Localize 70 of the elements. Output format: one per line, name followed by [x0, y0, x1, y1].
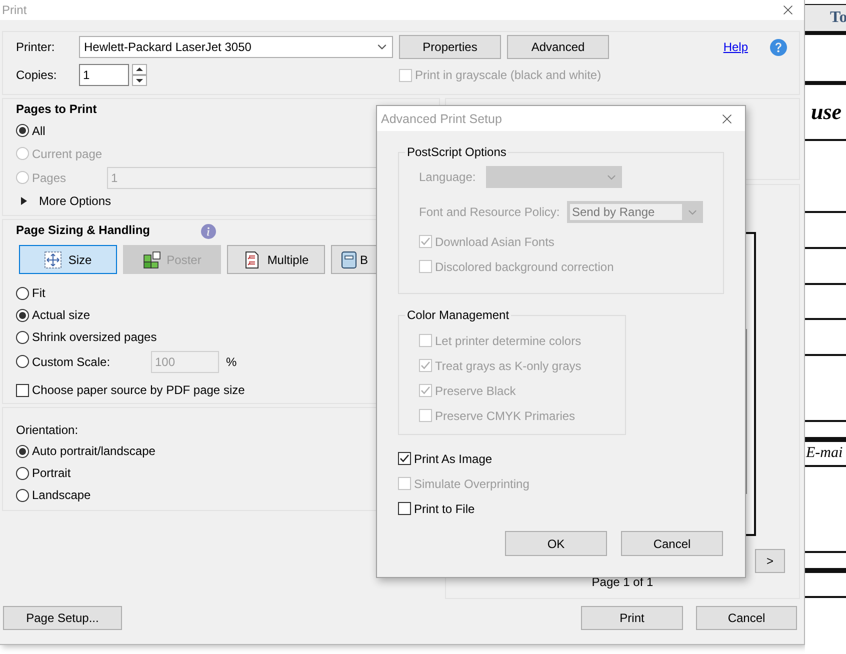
- policy-label: Font and Resource Policy:: [419, 205, 561, 219]
- radio-button[interactable]: [16, 124, 29, 137]
- next-page-button[interactable]: >: [755, 549, 785, 573]
- checkbox[interactable]: [398, 452, 411, 465]
- radio-button[interactable]: [16, 330, 29, 344]
- radio-button[interactable]: [16, 355, 29, 368]
- group-title: PostScript Options: [406, 145, 508, 159]
- checkbox-label: Treat grays as K-only grays: [435, 358, 582, 372]
- checkbox-label: Preserve Black: [435, 384, 516, 398]
- checkbox-label: Choose paper source by PDF page size: [32, 383, 245, 397]
- cancel-button[interactable]: Cancel: [621, 531, 723, 556]
- document-text: use: [810, 99, 842, 125]
- checkbox-label: Discolored background correction: [435, 260, 614, 274]
- cancel-button[interactable]: Cancel: [696, 606, 797, 630]
- policy-dropdown[interactable]: Send by Range: [567, 201, 703, 223]
- section-title: Page Sizing & Handling: [16, 223, 152, 239]
- checkbox[interactable]: [398, 502, 411, 515]
- radio-label: Fit: [32, 286, 46, 300]
- poster-tiles-icon: [142, 250, 161, 268]
- radio-button[interactable]: [16, 466, 29, 480]
- radio-button[interactable]: [16, 286, 29, 300]
- page-setup-button[interactable]: Page Setup...: [3, 606, 122, 630]
- expand-triangle-icon[interactable]: [20, 197, 28, 205]
- group-title: Color Management: [406, 308, 510, 322]
- copies-field[interactable]: 1: [79, 64, 129, 86]
- help-link[interactable]: Help: [723, 40, 748, 54]
- radio-label: Portrait: [32, 466, 71, 480]
- section-title: Orientation:: [16, 423, 78, 439]
- radio-button[interactable]: [16, 488, 29, 502]
- resize-icon: [44, 250, 62, 268]
- page-info: Page 1 of 1: [592, 575, 654, 589]
- copies-label: Copies:: [16, 68, 58, 82]
- language-label: Language:: [419, 170, 477, 184]
- print-button[interactable]: Print: [581, 606, 683, 630]
- checkbox-label: Simulate Overprinting: [414, 476, 530, 490]
- radio-label: Pages: [32, 170, 68, 184]
- checkbox[interactable]: [16, 384, 29, 396]
- checkbox-label: Preserve CMYK Primaries: [435, 408, 576, 422]
- radio-label: Shrink oversized pages: [32, 330, 157, 344]
- radio-label: Auto portrait/landscape: [32, 444, 156, 458]
- advanced-button[interactable]: Advanced: [507, 35, 609, 59]
- more-options-toggle[interactable]: More Options: [39, 194, 112, 208]
- booklet-icon: [341, 250, 357, 268]
- checkbox-label: Download Asian Fonts: [435, 234, 554, 248]
- printer-dropdown[interactable]: Hewlett-Packard LaserJet 3050: [79, 36, 393, 58]
- multiple-pages-icon: [243, 250, 262, 268]
- checkbox-label: Print to File: [414, 502, 475, 516]
- section-title: Pages to Print: [16, 102, 97, 118]
- radio-button[interactable]: [16, 444, 29, 458]
- radio-label: Custom Scale:: [32, 354, 112, 368]
- grayscale-label: Print in grayscale (black and white): [415, 68, 602, 82]
- ok-button[interactable]: OK: [505, 531, 607, 556]
- radio-label: All: [32, 124, 46, 138]
- radio-button[interactable]: [16, 308, 29, 322]
- document-text: E-mai: [805, 445, 843, 462]
- help-icon[interactable]: [770, 38, 787, 56]
- mode-tab[interactable]: Multiple: [227, 245, 325, 274]
- spinner-icon[interactable]: [132, 64, 147, 86]
- dialog-title: Advanced Print Setup: [381, 112, 502, 126]
- checkbox-label: Let printer determine colors: [435, 334, 582, 348]
- radio-label: Landscape: [32, 488, 91, 502]
- info-icon[interactable]: [201, 224, 216, 239]
- radio-label: Current page: [32, 146, 102, 160]
- mode-tab[interactable]: Size: [19, 245, 117, 274]
- printer-label: Printer:: [16, 40, 56, 54]
- properties-button[interactable]: Properties: [399, 35, 501, 59]
- window-title: Print: [2, 3, 27, 17]
- percent-label: %: [226, 354, 237, 368]
- checkbox-label: Print As Image: [414, 452, 492, 466]
- radio-label: Actual size: [32, 308, 90, 322]
